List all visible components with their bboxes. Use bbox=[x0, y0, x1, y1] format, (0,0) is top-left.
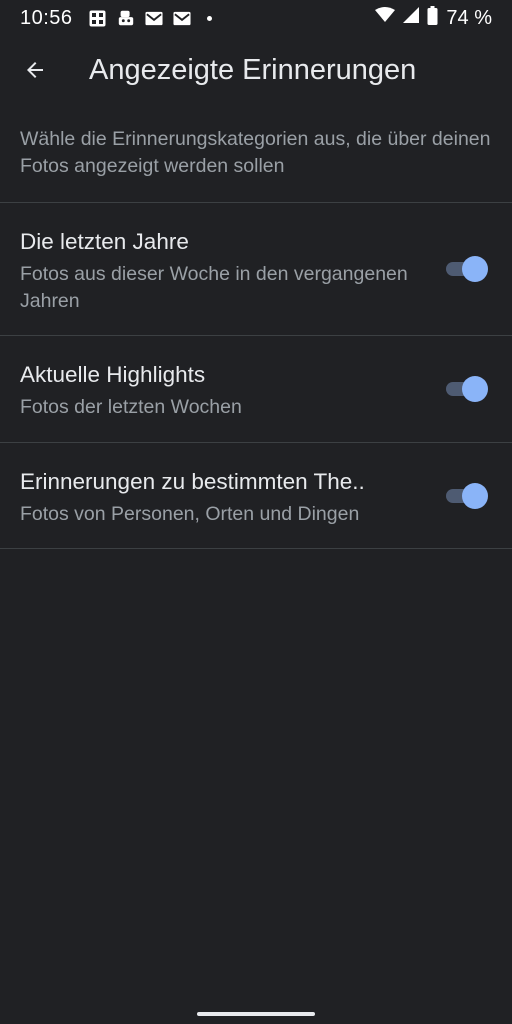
status-right: 74 % bbox=[375, 5, 492, 31]
toggle-recent-highlights[interactable] bbox=[446, 376, 488, 402]
divider bbox=[0, 548, 512, 549]
status-bar: 10:56 74 % bbox=[0, 0, 512, 36]
arrow-back-icon bbox=[27, 62, 43, 78]
status-left: 10:56 bbox=[20, 7, 212, 30]
setting-row-recent-highlights[interactable]: Aktuelle Highlights Fotos der letzten Wo… bbox=[0, 336, 512, 442]
setting-text: Die letzten Jahre Fotos aus dieser Woche… bbox=[20, 227, 420, 315]
gesture-nav-handle[interactable] bbox=[197, 1012, 315, 1016]
gmail-icon bbox=[173, 9, 191, 27]
toggle-thumb bbox=[462, 483, 488, 509]
app-bar: Angezeigte Erinnerungen bbox=[0, 36, 512, 104]
setting-title: Erinnerungen zu bestimmten The.. bbox=[20, 469, 365, 494]
signal-icon bbox=[403, 7, 420, 29]
battery-icon bbox=[427, 5, 438, 31]
gmail-icon bbox=[145, 9, 163, 27]
setting-text: Erinnerungen zu bestimmten The.. Fotos v… bbox=[20, 467, 420, 528]
status-time: 10:56 bbox=[20, 6, 73, 29]
setting-title: Die letzten Jahre bbox=[20, 229, 189, 254]
robot-app-icon bbox=[117, 9, 135, 27]
grid-app-icon bbox=[89, 9, 107, 27]
page-description: Wähle die Erinnerungskategorien aus, die… bbox=[20, 128, 491, 177]
setting-row-recent-years[interactable]: Die letzten Jahre Fotos aus dieser Woche… bbox=[0, 203, 512, 335]
battery-percentage: 74 % bbox=[446, 6, 492, 29]
toggle-recent-years[interactable] bbox=[446, 256, 488, 282]
toggle-themed-memories[interactable] bbox=[446, 483, 488, 509]
toggle-thumb bbox=[462, 376, 488, 402]
setting-subtitle: Fotos aus dieser Woche in den vergangene… bbox=[20, 263, 408, 312]
notification-dot bbox=[206, 15, 212, 21]
setting-title: Aktuelle Highlights bbox=[20, 362, 206, 387]
toggle-thumb bbox=[462, 256, 488, 282]
wifi-icon bbox=[375, 7, 396, 29]
setting-subtitle: Fotos der letzten Wochen bbox=[20, 396, 242, 418]
setting-row-themed-memories[interactable]: Erinnerungen zu bestimmten The.. Fotos v… bbox=[0, 443, 512, 548]
back-button[interactable] bbox=[17, 52, 53, 88]
setting-text: Aktuelle Highlights Fotos der letzten Wo… bbox=[20, 360, 420, 421]
setting-subtitle: Fotos von Personen, Orten und Dingen bbox=[20, 503, 360, 525]
screen: 10:56 74 % Angezeigte Erinnerungen Wähle… bbox=[0, 0, 512, 1024]
page-title: Angezeigte Erinnerungen bbox=[89, 53, 417, 86]
